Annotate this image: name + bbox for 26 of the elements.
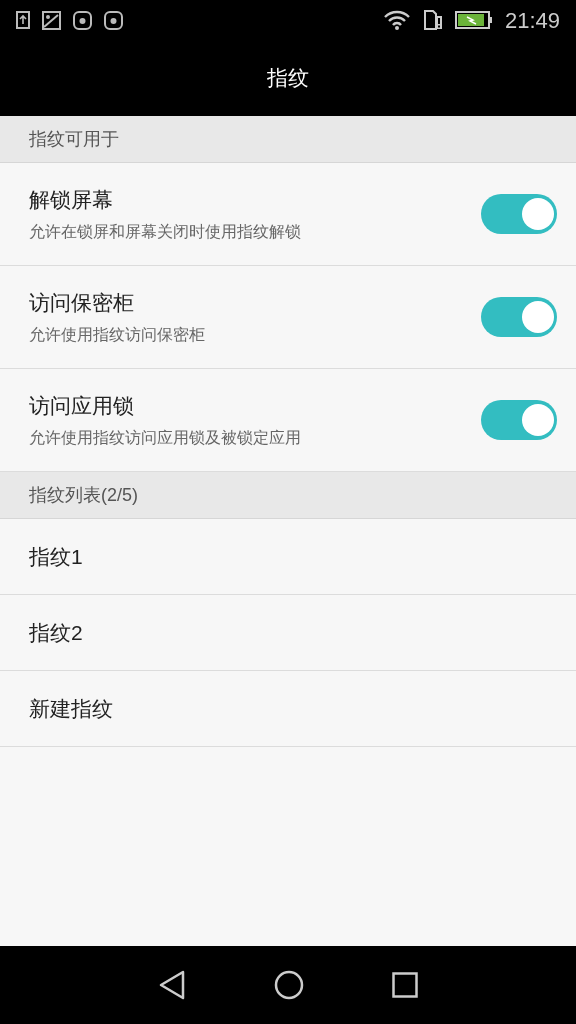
- list-item[interactable]: 指纹1: [0, 519, 576, 595]
- image-notification-icon: [42, 10, 61, 30]
- toggle-switch[interactable]: [481, 400, 557, 440]
- recents-icon[interactable]: [392, 972, 418, 998]
- section-title: 指纹列表(2/5): [29, 483, 138, 507]
- wifi-icon: [382, 10, 411, 30]
- setting-title: 访问保密柜: [29, 290, 135, 317]
- setting-description: 允许在锁屏和屏幕关闭时使用指纹解锁: [29, 221, 302, 242]
- battery-charging-icon: [454, 11, 493, 29]
- toggle-switch[interactable]: [481, 297, 557, 337]
- toggle-switch[interactable]: [481, 194, 557, 234]
- sim-alert-icon: [422, 10, 443, 30]
- clock-time: 21:49: [504, 6, 560, 35]
- page-title: 指纹: [267, 65, 309, 92]
- app-notification-icon: [104, 10, 123, 30]
- setting-description: 允许使用指纹访问保密柜: [29, 324, 206, 345]
- back-icon[interactable]: [158, 970, 186, 1000]
- setting-title: 访问应用锁: [29, 393, 135, 420]
- list-item[interactable]: 新建指纹: [0, 671, 576, 747]
- upload-notification-icon: [16, 11, 30, 29]
- home-icon[interactable]: [274, 970, 304, 1000]
- section-title: 指纹可用于: [29, 127, 119, 151]
- list-item[interactable]: 指纹2: [0, 595, 576, 671]
- setting-title: 解锁屏幕: [29, 187, 114, 214]
- setting-description: 允许使用指纹访问应用锁及被锁定应用: [29, 427, 302, 448]
- app-notification-icon: [73, 10, 92, 30]
